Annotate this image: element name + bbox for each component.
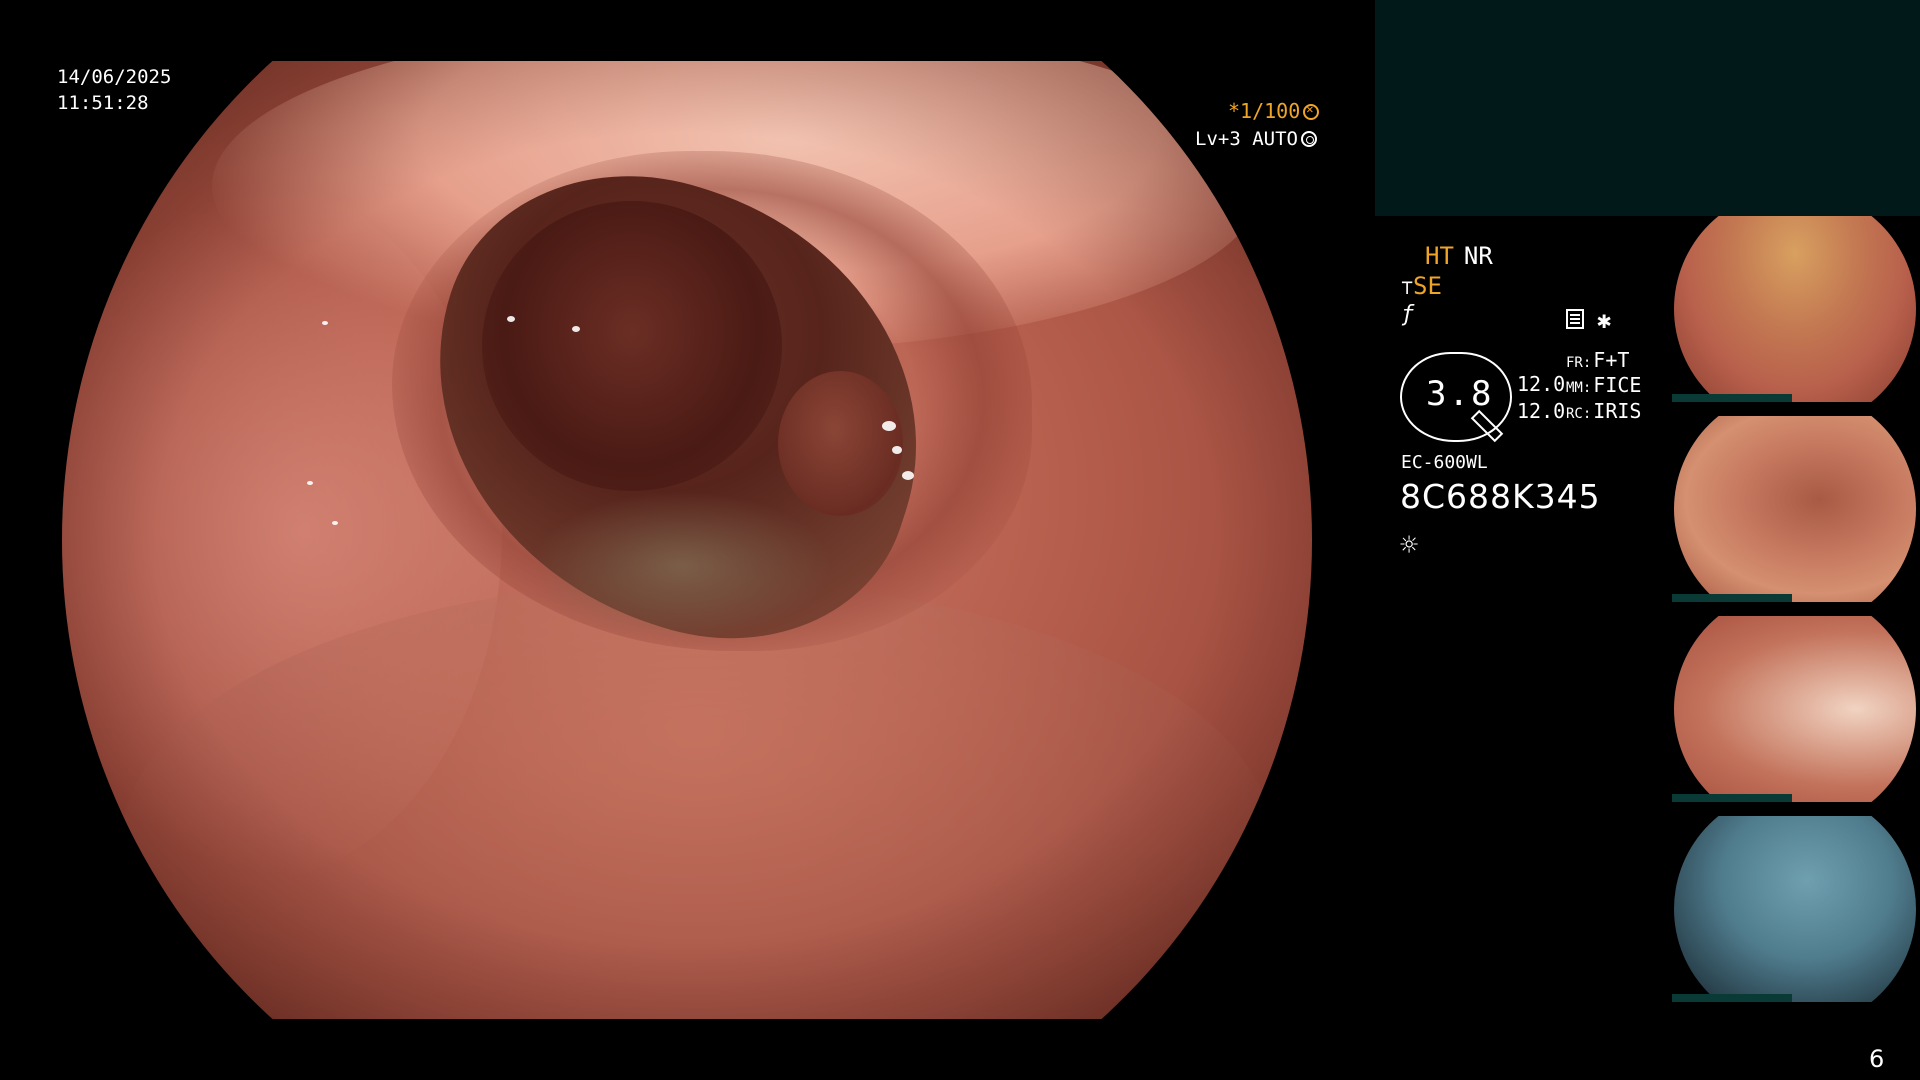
- page-number: 6: [1869, 1045, 1885, 1073]
- structure-row: ⊤SE: [1401, 272, 1442, 300]
- scope-serial: 8C688K345: [1400, 477, 1601, 516]
- fr-key: FR:: [1566, 355, 1592, 371]
- document-icon: [1566, 309, 1584, 329]
- thumbnail-image: [1674, 816, 1916, 1002]
- vignette: [62, 61, 1312, 1019]
- shutter-icon: [1303, 102, 1320, 120]
- thumbnail-4[interactable]: [1672, 816, 1920, 1002]
- mode-se: SE: [1413, 272, 1442, 300]
- auto-iris-icon: [1300, 131, 1317, 147]
- thumbnail-band: [1672, 394, 1792, 402]
- mode-row: HT NR: [1425, 242, 1493, 270]
- thumbnail-1[interactable]: [1672, 216, 1920, 402]
- rc-setting: RC: IRIS: [1566, 399, 1641, 423]
- thumbnail-3[interactable]: [1672, 616, 1920, 802]
- mm-setting: MM: FICE: [1566, 373, 1641, 397]
- info-panel-header: [1375, 0, 1920, 216]
- rc-key: RC:: [1566, 406, 1592, 422]
- sun-icon: ☼: [1400, 528, 1419, 563]
- scope-model: EC-600WL: [1401, 452, 1488, 473]
- shutter-speed: *1/100: [1228, 99, 1320, 123]
- value-a: 12.0: [1517, 372, 1566, 396]
- mode-nr: NR: [1463, 242, 1493, 270]
- shutter-speed-text: *1/100: [1228, 99, 1301, 123]
- thumbnail-2[interactable]: [1672, 416, 1920, 602]
- mm-key: MM:: [1566, 380, 1592, 396]
- endoscope-view: [62, 61, 1312, 1019]
- thumbnail-band: [1672, 594, 1792, 602]
- light-level: Lv+3 AUTO: [1195, 128, 1317, 150]
- thumbnail-band: [1672, 794, 1792, 802]
- star-icon: ✱: [1597, 306, 1612, 334]
- light-level-text: Lv+3 AUTO: [1195, 128, 1298, 150]
- hook-icon: ⊤: [1401, 275, 1414, 299]
- mode-ht: HT: [1425, 242, 1454, 270]
- date-text: 14/06/2025: [57, 66, 172, 88]
- thumbnail-image: [1674, 216, 1916, 402]
- mm-value: FICE: [1593, 373, 1642, 397]
- thumbnail-image: [1674, 616, 1916, 802]
- datetime: 14/06/2025 11:51:28: [57, 64, 171, 116]
- value-b: 12.0: [1517, 399, 1566, 423]
- thumbnail-band: [1672, 994, 1792, 1002]
- rc-value: IRIS: [1593, 399, 1642, 423]
- gauge-value: 3.8: [1426, 374, 1494, 414]
- fr-setting: FR: F+T: [1566, 348, 1629, 372]
- time-text: 11:51:28: [57, 92, 149, 114]
- thumbnail-image: [1674, 416, 1916, 602]
- function-icon: ƒ: [1401, 302, 1415, 327]
- fr-value: F+T: [1593, 348, 1630, 372]
